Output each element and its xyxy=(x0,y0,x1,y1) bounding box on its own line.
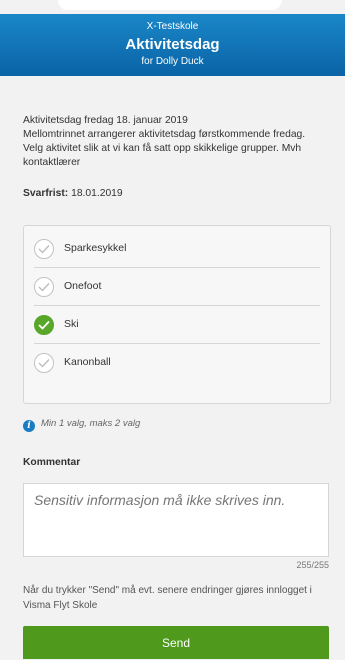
message-description: Aktivitetsdag fredag 18. januar 2019 Mell… xyxy=(23,114,323,170)
option-ski[interactable]: Ski xyxy=(34,306,320,344)
form-content: Aktivitetsdag fredag 18. januar 2019 Mell… xyxy=(16,76,345,659)
send-button[interactable]: Send xyxy=(23,626,329,659)
deadline-value: 18.01.2019 xyxy=(71,188,123,199)
option-label: Sparkesykkel xyxy=(64,242,127,254)
check-circle-selected-icon xyxy=(34,315,54,335)
page-header: X-Testskole Aktivitetsdag for Dolly Duck xyxy=(0,14,345,76)
deadline: Svarfrist: 18.01.2019 xyxy=(23,188,123,199)
message-heading: Aktivitetsdag fredag 18. januar 2019 xyxy=(23,115,188,126)
option-label: Onefoot xyxy=(64,280,102,292)
send-note: Når du trykker "Send" må evt. senere end… xyxy=(23,585,312,611)
option-label: Kanonball xyxy=(64,356,111,368)
selection-hint: i Min 1 valg, maks 2 valg xyxy=(23,418,140,432)
activity-options: Sparkesykkel Onefoot Ski Kanonball xyxy=(23,225,331,404)
character-counter: 255/255 xyxy=(296,560,329,570)
option-sparkesykkel[interactable]: Sparkesykkel xyxy=(34,230,320,268)
option-label: Ski xyxy=(64,318,79,330)
check-circle-icon xyxy=(34,353,54,373)
option-kanonball[interactable]: Kanonball xyxy=(34,344,320,382)
page-title: Aktivitetsdag xyxy=(125,36,220,53)
school-name: X-Testskole xyxy=(146,21,199,32)
deadline-label: Svarfrist: xyxy=(23,188,69,199)
top-bar xyxy=(0,0,345,14)
address-pill xyxy=(58,0,282,10)
comment-label: Kommentar xyxy=(23,457,81,468)
comment-input[interactable] xyxy=(23,483,329,557)
info-icon: i xyxy=(23,420,35,432)
check-circle-icon xyxy=(34,277,54,297)
option-onefoot[interactable]: Onefoot xyxy=(34,268,320,306)
message-body: Mellomtrinnet arrangerer aktivitetsdag f… xyxy=(23,129,306,168)
page-subtitle: for Dolly Duck xyxy=(141,56,204,67)
hint-text: Min 1 valg, maks 2 valg xyxy=(41,418,141,429)
check-circle-icon xyxy=(34,239,54,259)
